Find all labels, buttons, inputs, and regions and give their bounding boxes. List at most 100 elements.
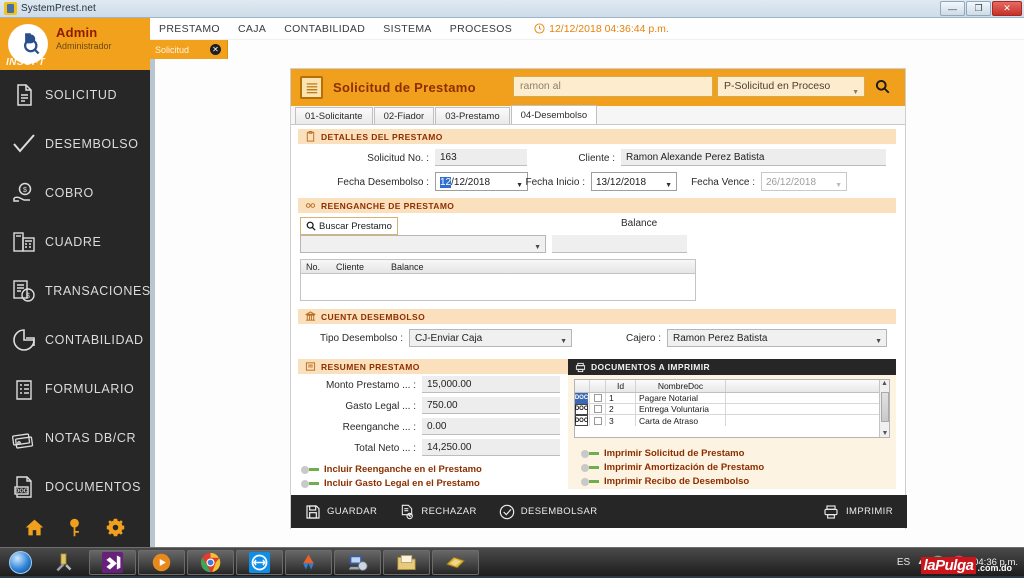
taskbar-button-visual-studio[interactable]	[89, 549, 136, 575]
taskbar-button-chrome[interactable]	[187, 549, 234, 575]
table-row[interactable]: DOC 3 Carta de Atraso	[575, 415, 889, 426]
window-title: SystemPrest.net	[21, 3, 96, 14]
toggle-switch-icon[interactable]	[581, 449, 600, 458]
solicitud-no-label: Solicitud No. :	[367, 153, 429, 164]
taskbar-button-folder[interactable]	[383, 549, 430, 575]
tab-02-fiador[interactable]: 02-Fiador	[373, 107, 435, 124]
row-filler	[726, 415, 889, 426]
row-nombre: Pagare Notarial	[636, 393, 726, 403]
toggle-switch-icon[interactable]	[301, 479, 320, 488]
sidebar-item-formulario[interactable]: FORMULARIO	[0, 364, 150, 413]
sidebar-item-cobro[interactable]: $ COBRO	[0, 168, 150, 217]
toggle-incluir-gasto-legal[interactable]: Incluir Gasto Legal en el Prestamo	[301, 478, 482, 489]
window-controls[interactable]: — ❐ ✕	[940, 1, 1022, 16]
scroll-up-icon[interactable]: ▲	[880, 380, 889, 387]
gasto-legal-field[interactable]: 750.00	[422, 397, 560, 414]
sidebar-item-contabilidad[interactable]: CONTABILIDAD	[0, 315, 150, 364]
row-id: 3	[606, 415, 636, 426]
toggle-imprimir-recibo[interactable]: Imprimir Recibo de Desembolso	[581, 476, 764, 487]
search-icon	[875, 79, 890, 94]
toggle-incluir-reenganche[interactable]: Incluir Reenganche en el Prestamo	[301, 464, 482, 475]
sidebar-item-desembolso[interactable]: DESEMBOLSO	[0, 119, 150, 168]
row-filler	[726, 393, 889, 403]
row-nombre: Carta de Atraso	[636, 415, 726, 426]
menu-item-prestamo[interactable]: PRESTAMO	[159, 23, 220, 35]
reenganche-prestamo-select[interactable]: ▼	[300, 235, 546, 253]
menu-item-contabilidad[interactable]: CONTABILIDAD	[284, 23, 365, 35]
close-button[interactable]: ✕	[992, 1, 1022, 16]
scroll-down-icon[interactable]: ▼	[880, 430, 890, 437]
maximize-button[interactable]: ❐	[966, 1, 991, 16]
rechazar-button[interactable]: RECHAZAR	[399, 504, 476, 520]
taskbar-button-media-player[interactable]	[138, 549, 185, 575]
taskbar-button-money-app[interactable]	[432, 549, 479, 575]
sidebar-item-transaciones[interactable]: $ TRANSACIONES	[0, 266, 150, 315]
panel-header: Solicitud de Prestamo ramon al P-Solicit…	[291, 69, 905, 106]
row-checkbox[interactable]	[590, 415, 606, 426]
row-checkbox[interactable]	[590, 393, 606, 403]
documentos-toggles: Imprimir Solicitud de Prestamo Imprimir …	[581, 445, 764, 487]
table-row[interactable]: DOC 1 Pagare Notarial	[575, 392, 889, 404]
documentos-grid-scrollbar[interactable]: ▲ ▼	[879, 380, 889, 437]
cajero-select[interactable]: Ramon Perez Batista ▼	[667, 329, 887, 347]
menu-item-sistema[interactable]: SISTEMA	[383, 23, 432, 35]
toggle-switch-icon[interactable]	[301, 465, 320, 474]
sidebar-item-solicitud[interactable]: SOLICITUD	[0, 70, 150, 119]
monto-prestamo-field[interactable]: 15,000.00	[422, 376, 560, 393]
menu-item-caja[interactable]: CAJA	[238, 23, 266, 35]
money-app-icon	[445, 552, 466, 573]
scrollbar-thumb[interactable]	[881, 392, 889, 422]
sidebar-item-notas-db-cr[interactable]: NOTAS DB/CR	[0, 413, 150, 462]
grid-col-no: No.	[306, 261, 321, 272]
taskbar-button-tools[interactable]	[40, 550, 87, 575]
media-player-icon	[151, 552, 172, 573]
taskbar-button-teamviewer[interactable]	[236, 549, 283, 575]
menu-item-procesos[interactable]: PROCESOS	[450, 23, 512, 35]
document-icon	[12, 83, 36, 107]
reenganche-grid[interactable]: No. Cliente Balance	[300, 259, 696, 301]
tipo-desembolso-label: Tipo Desembolso :	[320, 333, 403, 344]
reenganche-balance-label: Balance	[621, 218, 658, 229]
status-filter-select[interactable]: P-Solicitud en Proceso ▼	[717, 76, 865, 97]
tab-03-prestamo[interactable]: 03-Prestamo	[435, 107, 510, 124]
reenganche-field[interactable]: 0.00	[422, 418, 560, 435]
sidebar-item-documentos[interactable]: DOC DOCUMENTOS	[0, 462, 150, 511]
home-icon[interactable]	[24, 517, 45, 538]
gear-icon[interactable]	[105, 517, 126, 538]
tipo-desembolso-select[interactable]: CJ-Enviar Caja ▼	[409, 329, 572, 347]
toggle-imprimir-solicitud[interactable]: Imprimir Solicitud de Prestamo	[581, 448, 764, 459]
close-icon[interactable]: ✕	[210, 44, 221, 55]
toggle-imprimir-amortizacion[interactable]: Imprimir Amortización de Prestamo	[581, 462, 764, 473]
sidebar-item-label: SOLICITUD	[45, 87, 118, 102]
documentos-grid[interactable]: Id NombreDoc DOC 1 Pagare Notarial DOC 2…	[574, 379, 890, 438]
row-checkbox[interactable]	[590, 404, 606, 414]
table-row[interactable]: DOC 2 Entrega Voluntaria	[575, 403, 889, 415]
sidebar-item-cuadre[interactable]: CUADRE	[0, 217, 150, 266]
search-input[interactable]: ramon al	[513, 76, 713, 97]
desembolsar-button[interactable]: DESEMBOLSAR	[499, 504, 598, 520]
doc-icon[interactable]: DOC	[575, 403, 590, 415]
chevron-down-icon: ▼	[852, 89, 859, 96]
section-title: DETALLES DEL PRESTAMO	[321, 131, 443, 142]
sidebar-item-label: CONTABILIDAD	[45, 332, 144, 347]
panel-body: DETALLES DEL PRESTAMO Solicitud No. : 16…	[291, 125, 905, 530]
tab-01-solicitante[interactable]: 01-Solicitante	[295, 107, 373, 124]
key-icon[interactable]	[64, 517, 85, 538]
cliente-field[interactable]: Ramon Alexande Perez Batista	[621, 149, 886, 166]
doc-icon[interactable]: DOC	[575, 415, 590, 426]
doc-icon[interactable]: DOC	[575, 392, 590, 404]
guardar-button[interactable]: GUARDAR	[305, 504, 377, 520]
toggle-switch-icon[interactable]	[581, 477, 600, 486]
tab-04-desembolso[interactable]: 04-Desembolso	[510, 105, 598, 124]
imprimir-button[interactable]: IMPRIMIR	[823, 504, 893, 520]
minimize-button[interactable]: —	[940, 1, 965, 16]
toggle-switch-icon[interactable]	[581, 463, 600, 472]
search-button[interactable]	[871, 75, 893, 97]
language-indicator[interactable]: ES	[897, 557, 910, 568]
buscar-prestamo-button[interactable]: Buscar Prestamo	[300, 217, 398, 235]
start-button[interactable]	[0, 549, 40, 576]
doc-tab-solicitud[interactable]: Solicitud ✕	[150, 40, 228, 59]
taskbar-button-drive[interactable]	[285, 549, 332, 575]
total-neto-field[interactable]: 14,250.00	[422, 439, 560, 456]
taskbar-button-computer[interactable]	[334, 549, 381, 575]
